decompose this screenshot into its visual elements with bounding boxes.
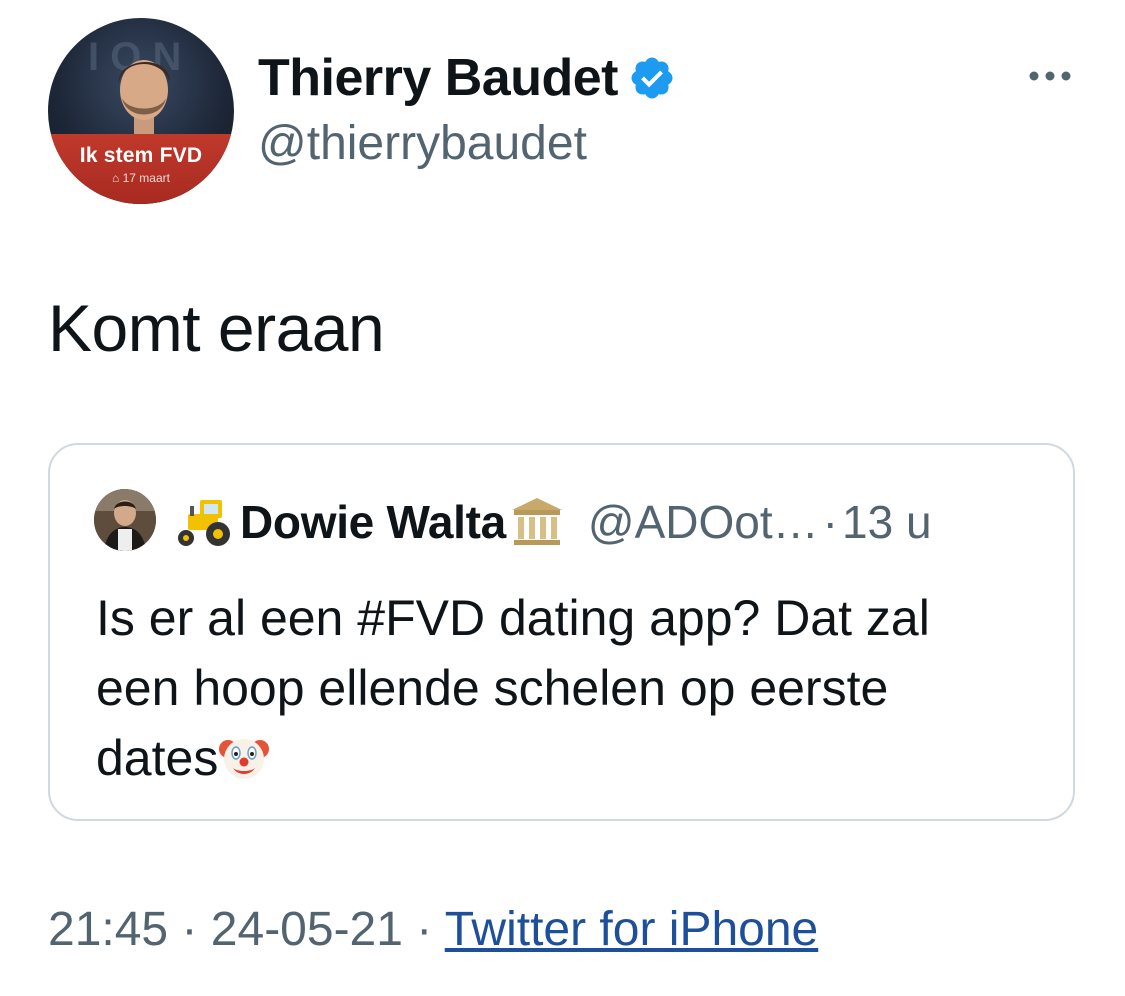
avatar-date-text: 17 maart (122, 171, 170, 185)
author-name-row[interactable]: Thierry Baudet (258, 48, 676, 108)
quoted-author-name[interactable]: Dowie Walta (240, 495, 506, 549)
tractor-icon (178, 500, 230, 546)
more-options-icon[interactable] (1026, 60, 1074, 92)
tweet-source-link[interactable]: Twitter for iPhone (445, 903, 819, 956)
meta-separator: · (416, 903, 433, 956)
quoted-tweet-header: Dowie Walta @ADOot… · 13 u (170, 489, 932, 555)
quoted-avatar-portrait (94, 489, 156, 551)
bank-small-icon: ⌂ (112, 171, 120, 185)
author-handle[interactable]: @thierrybaudet (258, 116, 587, 171)
author-display-name[interactable]: Thierry Baudet (258, 48, 618, 108)
tweet-metadata: 21:45 · 24-05-21 · Twitter for iPhone (48, 902, 818, 957)
quoted-tweet-card[interactable]: Dowie Walta @ADOot… · 13 u Is er al een … (48, 443, 1075, 821)
tweet-text: Komt eraan (48, 291, 385, 365)
verified-badge-icon (631, 57, 673, 99)
author-avatar[interactable]: I O N Ik stem FVD ⌂ 17 maart (48, 18, 234, 204)
quoted-text-line: dates (96, 730, 219, 786)
tweet-time: 21:45 (48, 903, 169, 956)
tweet-detail: I O N Ik stem FVD ⌂ 17 maart Thierry Bau… (0, 0, 1125, 996)
quoted-text-line: een hoop ellende schelen op eerste (96, 660, 889, 716)
quoted-text-line-last: dates (96, 723, 1036, 793)
quoted-text-line: Is er al een #FVD dating app? Dat zal (96, 590, 930, 646)
header-separator: · (822, 496, 838, 548)
quoted-tweet-time: 13 u (842, 496, 932, 548)
clown-face-icon (219, 739, 270, 779)
quoted-tweet-text: Is er al een #FVD dating app? Dat zal ee… (96, 583, 1036, 793)
tweet-date: 24-05-21 (210, 903, 403, 956)
quoted-author-avatar[interactable] (94, 489, 156, 551)
quoted-author-handle[interactable]: @ADOot… (588, 495, 819, 549)
classical-building-icon (511, 498, 562, 545)
avatar-slogan: Ik stem FVD (79, 144, 203, 167)
meta-separator: · (181, 903, 198, 956)
avatar-date: ⌂ 17 maart (48, 171, 234, 185)
